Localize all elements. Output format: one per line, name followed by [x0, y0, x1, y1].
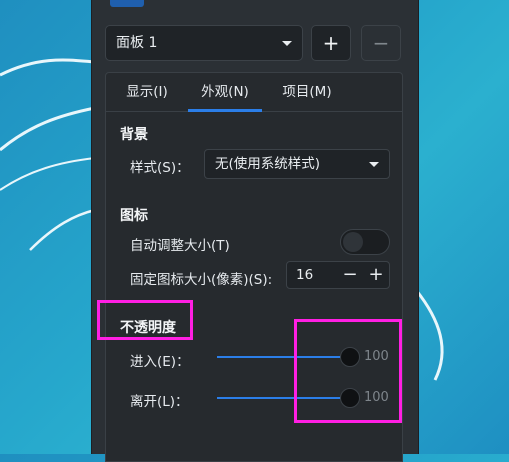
auto-size-label: 自动调整大小(T): [130, 238, 230, 254]
icon-size-value[interactable]: 16: [296, 262, 313, 288]
chevron-down-icon: [282, 41, 292, 46]
icons-section-title: 图标: [120, 208, 148, 224]
enter-opacity-label: 进入(E)：: [130, 354, 190, 370]
auto-size-toggle[interactable]: [340, 229, 390, 255]
increment-button[interactable]: +: [363, 262, 389, 288]
chevron-down-icon: [369, 162, 379, 167]
fixed-size-label: 固定图标大小(像素)(S):: [130, 272, 273, 288]
app-logo: [110, 0, 144, 7]
style-select[interactable]: 无(使用系统样式): [204, 149, 390, 179]
background-section-title: 背景: [120, 127, 148, 143]
add-panel-button[interactable]: +: [311, 25, 351, 61]
tab-bar: 显示(I) 外观(N) 项目(M): [106, 73, 402, 112]
decrement-button[interactable]: −: [337, 262, 363, 288]
tab-appearance[interactable]: 外观(N): [188, 73, 262, 112]
leave-opacity-label: 离开(L)：: [130, 394, 189, 410]
icon-size-spinbox[interactable]: 16 − +: [286, 261, 390, 289]
panel-select[interactable]: 面板 1: [105, 25, 303, 61]
tab-display[interactable]: 显示(I): [116, 73, 178, 111]
tab-items[interactable]: 项目(M): [272, 73, 342, 111]
annotation-highlight-values: [294, 319, 402, 423]
style-select-value: 无(使用系统样式): [215, 156, 321, 172]
style-label: 样式(S)：: [130, 160, 190, 176]
panel-select-value: 面板 1: [116, 35, 158, 51]
remove-panel-button[interactable]: −: [361, 25, 401, 61]
toggle-knob: [343, 232, 363, 252]
annotation-highlight-title: [97, 300, 193, 340]
